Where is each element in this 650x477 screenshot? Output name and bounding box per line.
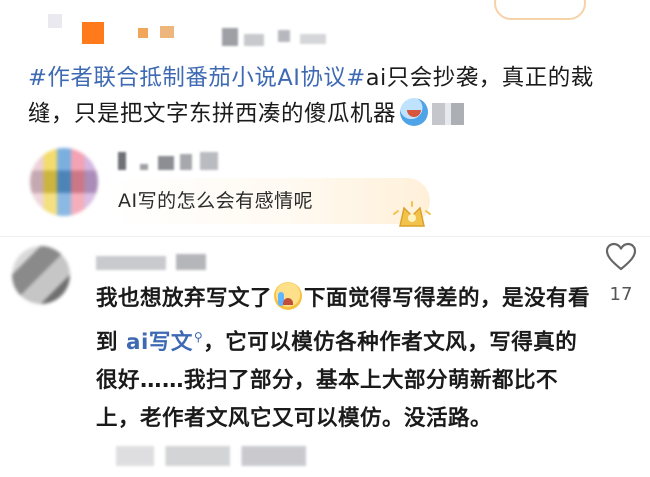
heart-outline-icon[interactable] <box>605 242 637 272</box>
crying-face-icon <box>274 282 303 310</box>
username-blurred[interactable] <box>118 152 238 172</box>
reply-text: AI写的怎么会有感情呢 <box>118 190 314 212</box>
divider <box>0 236 650 237</box>
post-body: #作者联合抵制番茄小说AI协议#ai只会抄袭，真正的裁缝，只是把文字东拼西凑的傻… <box>28 60 628 132</box>
search-icon: ⚲ <box>193 330 204 344</box>
blurred-text <box>432 103 465 125</box>
gold-badge-icon <box>393 201 431 227</box>
hashtag-link[interactable]: #作者联合抵制番茄小说AI协议# <box>28 65 366 91</box>
blurred-header <box>0 0 650 62</box>
blur-block <box>160 26 174 38</box>
comment-text-1: 我也想放弃写文了 <box>96 286 273 311</box>
blur-block <box>300 34 326 44</box>
blur-block <box>48 14 62 28</box>
comment-body: 我也想放弃写文了 下面觉得写得差的，是没有看到 ai写文⚲，它可以模仿各种作者文风… <box>96 280 596 476</box>
avatar[interactable] <box>12 246 70 304</box>
blur-block <box>82 22 104 44</box>
avatar[interactable] <box>30 148 98 216</box>
follow-button-outline[interactable] <box>494 0 586 20</box>
like-count: 17 <box>609 284 633 305</box>
blurred-meta <box>116 446 306 467</box>
grinning-face-icon <box>400 98 429 126</box>
username-blurred[interactable] <box>96 252 216 274</box>
blur-block <box>138 28 148 38</box>
blur-block <box>244 34 264 46</box>
blur-block <box>278 30 290 42</box>
search-link[interactable]: ai写文⚲ <box>126 330 203 355</box>
blur-block <box>222 28 238 46</box>
